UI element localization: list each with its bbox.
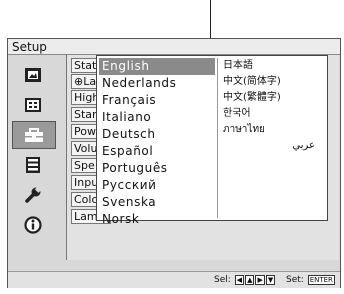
window-title: Setup xyxy=(8,39,340,55)
set-hint-label: Set: xyxy=(286,275,304,285)
screen-icon xyxy=(25,98,41,112)
arrow-down-icon: ▼ xyxy=(265,274,276,285)
navigation-hint-bar: Sel: ◀ ▲ ▶ ▼ Set: ENTER xyxy=(8,271,340,288)
arrow-right-icon: ▶ xyxy=(255,274,265,285)
arrow-up-icon: ▲ xyxy=(245,274,255,285)
info-icon xyxy=(24,216,42,234)
tab-picture[interactable] xyxy=(16,61,50,89)
language-option-korean[interactable]: 한국어 xyxy=(221,106,325,122)
wrench-icon xyxy=(25,187,41,203)
language-option-russian[interactable]: Русский xyxy=(99,177,215,194)
column-divider xyxy=(217,58,218,218)
language-option-arabic[interactable]: عربي xyxy=(221,138,325,154)
tab-setup[interactable] xyxy=(12,121,56,149)
set-hint: Set: ENTER xyxy=(286,272,335,288)
tab-screen[interactable] xyxy=(16,91,50,119)
enter-key-icon: ENTER xyxy=(307,274,335,285)
tab-installation[interactable] xyxy=(16,181,50,209)
arrow-left-icon: ◀ xyxy=(234,274,245,285)
select-hint-label: Sel: xyxy=(214,275,231,285)
language-dropdown: English Nederlands Français Italiano Deu… xyxy=(96,55,328,226)
tab-information[interactable] xyxy=(16,211,50,239)
menu-list-icon xyxy=(26,157,40,173)
language-option-norsk[interactable]: Norsk xyxy=(99,211,215,228)
language-list-right: 日本語 中文(简体字) 中文(繁體字) 한국어 ภาษาไทย عربي xyxy=(221,58,325,154)
language-option-japanese[interactable]: 日本語 xyxy=(221,58,325,74)
language-option-espanol[interactable]: Español xyxy=(99,143,215,160)
language-option-portugues[interactable]: Português xyxy=(99,160,215,177)
setup-menu-window: Setup Stat ⊕La High Stan Pow Volu Spe In… xyxy=(7,38,341,288)
select-hint: Sel: ◀ ▲ ▶ ▼ xyxy=(214,272,276,288)
language-option-english[interactable]: English xyxy=(99,58,215,75)
language-option-francais[interactable]: Français xyxy=(99,92,215,109)
language-option-chinese-traditional[interactable]: 中文(繁體字) xyxy=(221,90,325,106)
setup-toolbox-icon xyxy=(25,128,43,142)
tab-menu[interactable] xyxy=(16,151,50,179)
language-option-thai[interactable]: ภาษาไทย xyxy=(221,122,325,138)
language-option-deutsch[interactable]: Deutsch xyxy=(99,126,215,143)
language-option-chinese-simplified[interactable]: 中文(简体字) xyxy=(221,74,325,90)
language-option-nederlands[interactable]: Nederlands xyxy=(99,75,215,92)
language-option-svenska[interactable]: Svenska xyxy=(99,194,215,211)
language-list-left: English Nederlands Français Italiano Deu… xyxy=(99,58,215,228)
picture-icon xyxy=(25,68,41,82)
language-option-italiano[interactable]: Italiano xyxy=(99,109,215,126)
